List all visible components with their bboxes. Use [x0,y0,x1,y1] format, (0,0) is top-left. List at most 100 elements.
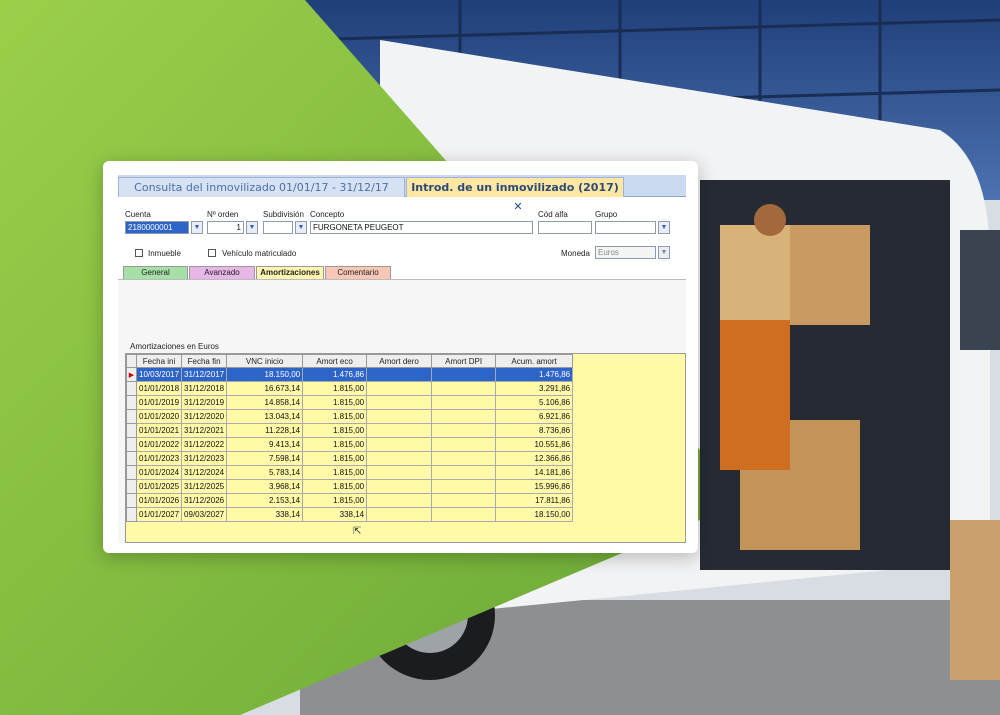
tab-consulta-inmovilizado[interactable]: Consulta del inmovilizado 01/01/17 - 31/… [118,177,405,197]
table-cell[interactable]: 01/01/2023 [135,451,183,466]
table-cell[interactable]: 1.815,00 [302,437,368,452]
table-cell[interactable]: 1.815,00 [302,423,368,438]
table-cell[interactable]: 16.673,14 [226,381,304,396]
table-row[interactable]: 01/01/2018 31/12/2018 16.673,14 1.815,00 3.2… [126,381,574,396]
table-cell[interactable]: 31/12/2025 [181,479,228,494]
table-cell[interactable]: 31/12/2017 [181,367,228,382]
tab-amortizaciones[interactable]: Amortizaciones [256,266,324,279]
orden-field[interactable]: 1 [207,221,244,234]
table-cell[interactable]: 3.291,86 [495,381,574,396]
table-cell[interactable] [366,451,433,466]
row-indicator[interactable] [126,479,137,494]
table-cell[interactable] [431,437,497,452]
row-indicator[interactable] [126,451,137,466]
table-cell[interactable] [431,381,497,396]
table-cell[interactable]: 1.815,00 [302,465,368,480]
table-cell[interactable]: 1.476,86 [495,367,574,382]
table-cell[interactable]: 01/01/2025 [135,479,183,494]
tab-general[interactable]: General [123,266,188,279]
table-cell[interactable]: 31/12/2024 [181,465,228,480]
row-indicator[interactable] [126,465,137,480]
table-cell[interactable]: 14.858,14 [226,395,304,410]
concepto-field[interactable]: FURGONETA PEUGEOT [310,221,533,234]
table-cell[interactable]: 7.598,14 [226,451,304,466]
inmueble-checkbox[interactable] [135,249,143,257]
chevron-down-icon[interactable]: ▼ [246,221,258,234]
table-row[interactable]: ▶ 10/03/2017 31/12/2017 18.150,00 1.476,86 1.… [126,367,574,382]
table-cell[interactable]: 31/12/2022 [181,437,228,452]
table-cell[interactable]: 01/01/2026 [135,493,183,508]
table-cell[interactable]: 338,14 [302,507,368,522]
table-cell[interactable]: 12.366,86 [495,451,574,466]
header-fecha-fin[interactable]: Fecha fin [181,354,228,368]
tab-introd-inmovilizado[interactable]: Introd. de un inmovilizado (2017) ✕ [406,177,624,213]
table-cell[interactable] [431,395,497,410]
table-cell[interactable]: 01/01/2019 [135,395,183,410]
close-icon[interactable]: ✕ [513,200,522,213]
table-cell[interactable]: 14.181,86 [495,465,574,480]
table-cell[interactable]: 1.815,00 [302,381,368,396]
table-cell[interactable]: 31/12/2018 [181,381,228,396]
header-amort-dero[interactable]: Amort dero [366,354,433,368]
table-cell[interactable] [366,437,433,452]
table-cell[interactable]: 1.815,00 [302,479,368,494]
row-indicator[interactable] [126,395,137,410]
table-cell[interactable]: 10/03/2017 [135,367,183,382]
table-cell[interactable]: 8.736,86 [495,423,574,438]
table-cell[interactable]: 9.413,14 [226,437,304,452]
table-cell[interactable]: 10.551,86 [495,437,574,452]
row-indicator[interactable] [126,507,137,522]
row-indicator[interactable] [126,381,137,396]
table-row[interactable]: 01/01/2019 31/12/2019 14.858,14 1.815,00 5.1… [126,395,574,410]
table-cell[interactable]: 5.783,14 [226,465,304,480]
row-indicator[interactable] [126,423,137,438]
table-cell[interactable]: 01/01/2022 [135,437,183,452]
table-cell[interactable] [366,493,433,508]
table-cell[interactable]: 1.815,00 [302,409,368,424]
chevron-down-icon[interactable]: ▼ [658,246,670,259]
table-cell[interactable]: 6.921,86 [495,409,574,424]
table-row[interactable]: 01/01/2026 31/12/2026 2.153,14 1.815,00 17.8… [126,493,574,508]
tab-comentario[interactable]: Comentario [325,266,391,279]
table-cell[interactable]: 338,14 [226,507,304,522]
table-cell[interactable] [366,479,433,494]
table-row[interactable]: 01/01/2025 31/12/2025 3.968,14 1.815,00 15.9… [126,479,574,494]
row-indicator[interactable] [126,493,137,508]
table-cell[interactable] [431,409,497,424]
table-cell[interactable]: 1.815,00 [302,395,368,410]
table-row[interactable]: 01/01/2023 31/12/2023 7.598,14 1.815,00 12.3… [126,451,574,466]
table-cell[interactable]: 01/01/2021 [135,423,183,438]
header-amort-dpi[interactable]: Amort DPI [431,354,497,368]
table-cell[interactable]: 15.996,86 [495,479,574,494]
table-cell[interactable] [366,395,433,410]
table-cell[interactable]: 18.150,00 [226,367,304,382]
table-cell[interactable] [431,479,497,494]
table-cell[interactable] [366,381,433,396]
cod-alfa-field[interactable] [538,221,592,234]
table-cell[interactable]: 3.968,14 [226,479,304,494]
table-cell[interactable] [366,465,433,480]
table-row[interactable]: 01/01/2021 31/12/2021 11.228,14 1.815,00 8.7… [126,423,574,438]
table-cell[interactable]: 01/01/2020 [135,409,183,424]
table-cell[interactable]: 01/01/2024 [135,465,183,480]
table-cell[interactable]: 09/03/2027 [181,507,228,522]
table-cell[interactable]: 5.106,86 [495,395,574,410]
row-indicator[interactable] [126,409,137,424]
table-cell[interactable]: 01/01/2027 [135,507,183,522]
header-acum-amort[interactable]: Acum. amort [495,354,574,368]
table-cell[interactable]: 31/12/2023 [181,451,228,466]
tab-avanzado[interactable]: Avanzado [189,266,255,279]
table-row[interactable]: 01/01/2020 31/12/2020 13.043,14 1.815,00 6.9… [126,409,574,424]
subdivision-field[interactable] [263,221,293,234]
table-cell[interactable]: 31/12/2019 [181,395,228,410]
chevron-down-icon[interactable]: ▼ [658,221,670,234]
grupo-field[interactable] [595,221,656,234]
row-indicator[interactable]: ▶ [126,367,137,382]
table-cell[interactable] [431,465,497,480]
table-cell[interactable]: 17.811,86 [495,493,574,508]
table-cell[interactable]: 31/12/2021 [181,423,228,438]
table-row[interactable]: 01/01/2027 09/03/2027 338,14 338,14 18.150,0… [126,507,574,522]
moneda-field[interactable]: Euros [595,246,656,259]
cuenta-field[interactable]: 2180000001 [125,221,189,234]
table-cell[interactable]: 18.150,00 [495,507,574,522]
